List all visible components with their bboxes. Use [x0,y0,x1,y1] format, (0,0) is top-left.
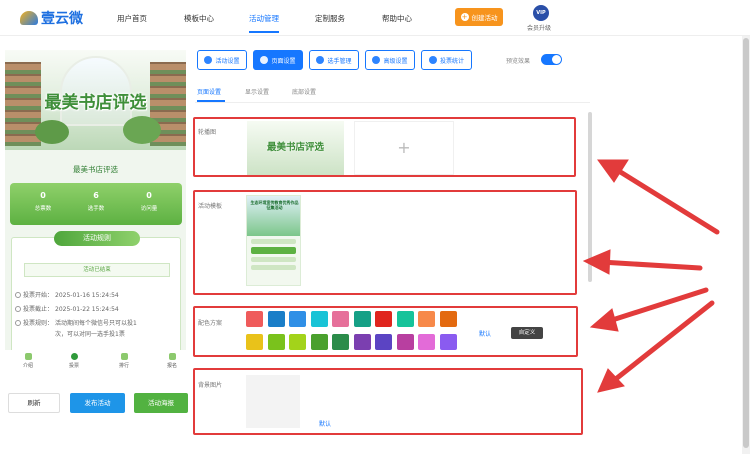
arrow-to-carousel [611,165,720,235]
arrow-to-template [598,259,703,271]
arrowhead [589,308,619,332]
annotation-arrows [582,159,720,393]
arrowhead [582,249,611,275]
